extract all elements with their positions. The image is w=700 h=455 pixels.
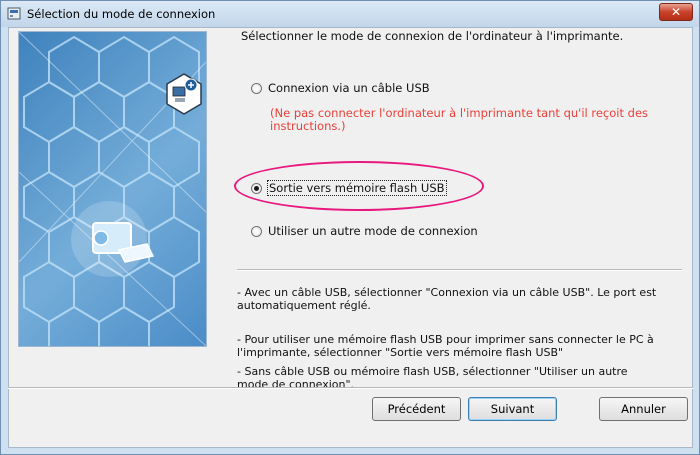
- warning-text: (Ne pas connecter l'ordinateur à l'impri…: [270, 106, 649, 133]
- dialog-window: Sélection du mode de connexion ✕ Sélecti…: [0, 0, 700, 455]
- radio-usb-cable[interactable]: [251, 82, 262, 94]
- radio-other[interactable]: [251, 225, 262, 237]
- title-bar[interactable]: Sélection du mode de connexion ✕: [1, 1, 699, 27]
- option-usb-cable[interactable]: Connexion via un câble USB: [251, 81, 430, 95]
- section-divider: [237, 269, 682, 271]
- next-button[interactable]: Suivant: [468, 397, 557, 421]
- close-button[interactable]: ✕: [659, 3, 693, 21]
- printer-icon: [71, 201, 155, 277]
- cancel-button[interactable]: Annuler: [599, 397, 688, 421]
- computer-add-icon: [166, 73, 202, 115]
- help-text-usb: - Avec un câble USB, sélectionner "Conne…: [237, 286, 657, 312]
- button-divider: [8, 387, 693, 389]
- hexagon-pattern: [19, 32, 206, 346]
- selection-highlight-ellipse: [234, 161, 484, 211]
- app-icon: [7, 7, 21, 20]
- option-usb-cable-label: Connexion via un câble USB: [268, 81, 430, 95]
- option-other-label: Utiliser un autre mode de connexion: [268, 224, 478, 238]
- banner-image: [18, 31, 207, 347]
- back-button[interactable]: Précédent: [372, 397, 461, 421]
- help-text-flash: - Pour utiliser une mémoire flash USB po…: [237, 333, 654, 359]
- window-title: Sélection du mode de connexion: [27, 7, 216, 21]
- option-other[interactable]: Utiliser un autre mode de connexion: [251, 224, 478, 238]
- instruction-heading: Sélectionner le mode de connexion de l'o…: [241, 29, 624, 43]
